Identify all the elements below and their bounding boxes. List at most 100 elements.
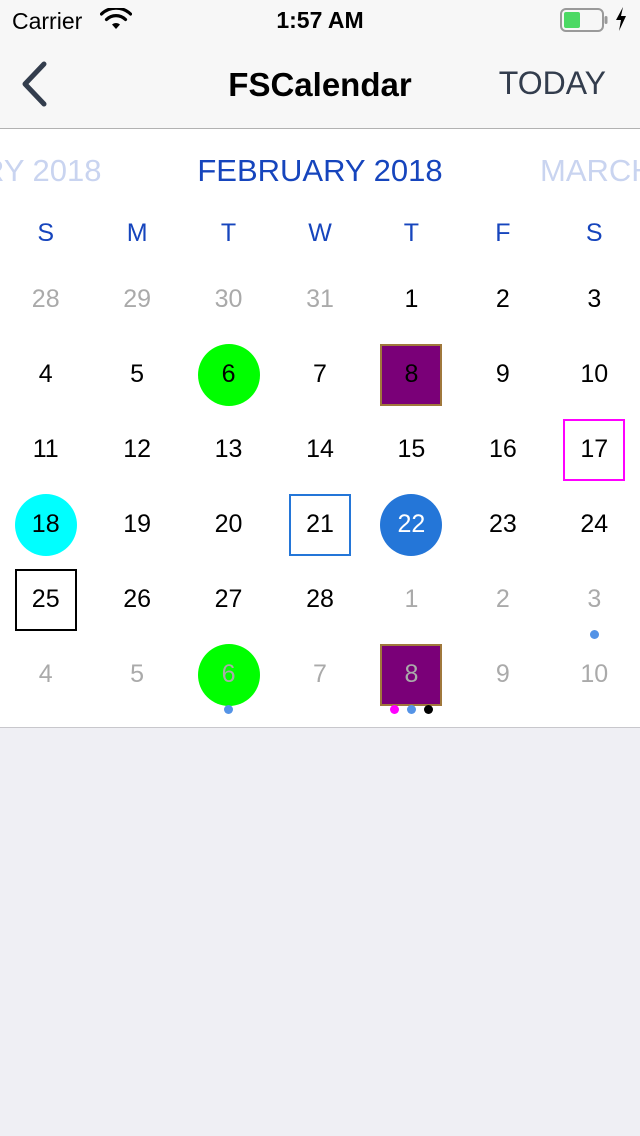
day-box: 27 — [198, 569, 260, 631]
day-cell[interactable]: 28 — [274, 562, 365, 637]
day-cell[interactable]: 8 — [366, 637, 457, 714]
day-number: 16 — [488, 435, 517, 463]
day-cell[interactable]: 10 — [549, 337, 640, 412]
day-circle-highlight: 6 — [197, 643, 260, 706]
day-number: 9 — [495, 360, 510, 388]
day-cell[interactable]: 25 — [0, 562, 91, 637]
day-box: 26 — [106, 569, 168, 631]
day-square-highlight: 25 — [14, 568, 77, 631]
day-box: 7 — [289, 344, 351, 406]
day-number: 10 — [580, 660, 609, 688]
day-cell[interactable]: 20 — [183, 487, 274, 562]
day-number: 11 — [32, 435, 59, 463]
day-cell[interactable]: 16 — [457, 412, 548, 487]
day-cell[interactable]: 7 — [274, 337, 365, 412]
day-cell[interactable]: 24 — [549, 487, 640, 562]
day-square-highlight: 17 — [563, 418, 626, 481]
day-box: 9 — [472, 644, 534, 706]
day-cell[interactable]: 8 — [366, 337, 457, 412]
day-number: 29 — [123, 285, 152, 313]
day-box: 10 — [563, 344, 625, 406]
day-cell[interactable]: 1 — [366, 562, 457, 637]
day-number: 23 — [488, 510, 517, 538]
day-cell[interactable]: 26 — [91, 562, 182, 637]
today-button[interactable]: TODAY — [499, 65, 606, 102]
day-box: 2 — [472, 569, 534, 631]
day-cell[interactable]: 3 — [549, 562, 640, 639]
day-number: 5 — [130, 360, 145, 388]
day-box: 16 — [472, 419, 534, 481]
day-cell[interactable]: 19 — [91, 487, 182, 562]
day-cell[interactable]: 6 — [183, 337, 274, 412]
day-number: 26 — [123, 585, 152, 613]
day-box: 1 — [380, 269, 442, 331]
day-cell[interactable]: 6 — [183, 637, 274, 714]
day-number: 6 — [221, 360, 236, 388]
day-cell[interactable]: 30 — [183, 262, 274, 337]
day-cell[interactable]: 1 — [366, 262, 457, 337]
day-cell[interactable]: 31 — [274, 262, 365, 337]
day-number: 24 — [580, 510, 609, 538]
day-cell[interactable]: 4 — [0, 337, 91, 412]
day-number: 7 — [313, 660, 327, 688]
day-number: 2 — [495, 285, 510, 313]
day-box: 15 — [380, 419, 442, 481]
day-circle-highlight: 22 — [380, 493, 443, 556]
event-dots — [183, 705, 274, 714]
day-cell[interactable]: 9 — [457, 337, 548, 412]
day-cell[interactable]: 7 — [274, 637, 365, 712]
day-cell[interactable]: 4 — [0, 637, 91, 712]
next-month-label[interactable]: MARCH — [540, 153, 640, 189]
day-cell[interactable]: 27 — [183, 562, 274, 637]
day-cell[interactable]: 15 — [366, 412, 457, 487]
day-number: 25 — [31, 585, 60, 613]
day-cell[interactable]: 2 — [457, 262, 548, 337]
day-box: 7 — [289, 644, 351, 706]
day-number: 3 — [587, 285, 602, 313]
day-cell[interactable]: 9 — [457, 637, 548, 712]
day-number: 5 — [130, 660, 145, 688]
day-number: 4 — [38, 660, 53, 688]
day-cell[interactable]: 17 — [549, 412, 640, 487]
back-button[interactable] — [8, 56, 60, 112]
day-number: 28 — [31, 285, 60, 313]
month-header: RY 2018 FEBRUARY 2018 MARCH — [0, 129, 640, 217]
day-cell[interactable]: 28 — [0, 262, 91, 337]
day-number: 1 — [404, 285, 419, 313]
weekday-label: W — [308, 219, 332, 247]
day-box: 3 — [563, 569, 625, 631]
weekday-label: T — [403, 219, 420, 247]
day-box: 11 — [15, 419, 77, 481]
day-number: 7 — [313, 360, 327, 388]
day-box: 5 — [106, 344, 168, 406]
day-box: 19 — [106, 494, 168, 556]
day-box: 31 — [289, 269, 351, 331]
day-cell[interactable]: 11 — [0, 412, 91, 487]
day-cell[interactable]: 13 — [183, 412, 274, 487]
status-time: 1:57 AM — [276, 7, 364, 33]
day-cell[interactable]: 22 — [366, 487, 457, 562]
day-cell[interactable]: 2 — [457, 562, 548, 637]
event-dot — [389, 705, 399, 714]
day-box: 30 — [198, 269, 260, 331]
day-cell[interactable]: 10 — [549, 637, 640, 712]
day-cell[interactable]: 12 — [91, 412, 182, 487]
day-cell[interactable]: 23 — [457, 487, 548, 562]
calendar: RY 2018 FEBRUARY 2018 MARCH SMTWTFS 2829… — [0, 129, 640, 728]
day-box: 4 — [15, 644, 77, 706]
day-box: 5 — [106, 644, 168, 706]
day-cell[interactable]: 14 — [274, 412, 365, 487]
day-cell[interactable]: 21 — [274, 487, 365, 562]
day-box: 12 — [106, 419, 168, 481]
day-box: 29 — [106, 269, 168, 331]
day-number: 4 — [38, 360, 53, 388]
day-cell[interactable]: 5 — [91, 637, 182, 712]
day-number: 14 — [306, 435, 334, 463]
charging-bolt-icon — [614, 6, 628, 32]
day-box: 13 — [198, 419, 260, 481]
day-cell[interactable]: 3 — [549, 262, 640, 337]
day-number: 2 — [495, 585, 510, 613]
day-cell[interactable]: 29 — [91, 262, 182, 337]
day-cell[interactable]: 18 — [0, 487, 91, 562]
day-cell[interactable]: 5 — [91, 337, 182, 412]
